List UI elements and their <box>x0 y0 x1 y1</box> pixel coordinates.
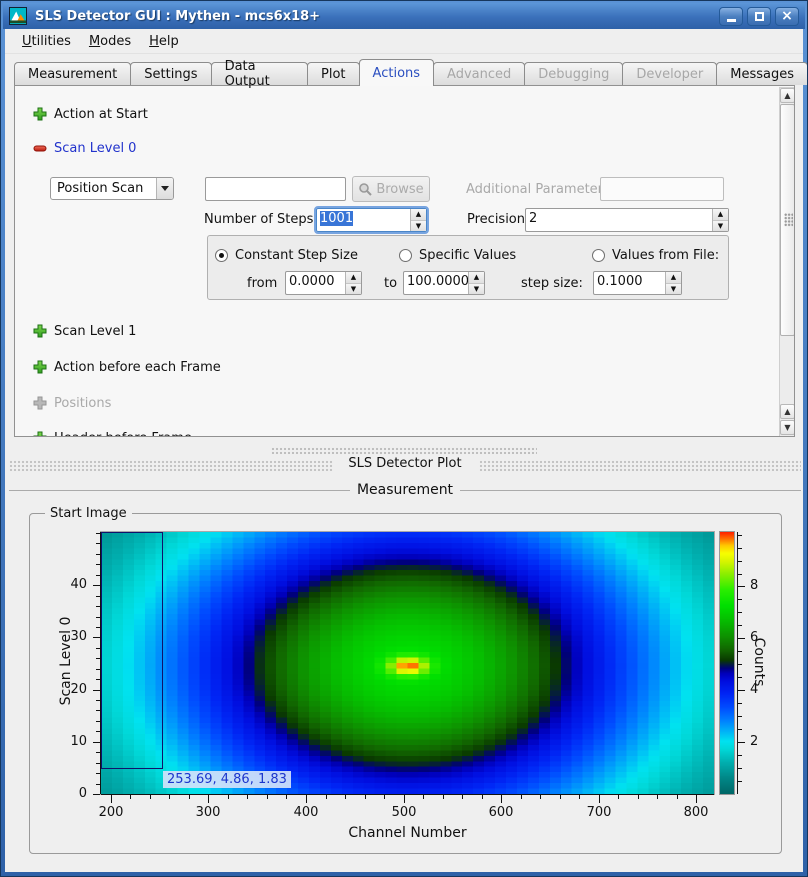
actions-pane: Action at Start Scan Level 0 Position Sc… <box>14 85 795 437</box>
from-value: 0.0000 <box>286 272 345 294</box>
tab-measurement[interactable]: Measurement <box>14 62 131 85</box>
colorbar-canvas <box>720 532 734 794</box>
tab-actions[interactable]: Actions <box>359 59 435 86</box>
tab-plot[interactable]: Plot <box>307 62 360 85</box>
values-from-file-label[interactable]: Values from File: <box>612 248 719 263</box>
to-spinbox[interactable]: 100.0000 ▲▼ <box>403 271 485 295</box>
app-icon <box>9 7 27 25</box>
steps-spin-arrows[interactable]: ▲▼ <box>410 209 426 231</box>
menu-bar: Utilities Modes Help <box>5 29 803 54</box>
specific-values-label[interactable]: Specific Values <box>419 248 516 263</box>
collapse-minus-icon[interactable] <box>32 140 48 156</box>
x-axis-title: Channel Number <box>101 825 714 841</box>
to-value: 100.0000 <box>404 272 468 294</box>
step-size-spinbox[interactable]: 0.1000 ▲▼ <box>593 271 682 295</box>
tab-developer: Developer <box>622 62 717 85</box>
expand-plus-icon[interactable] <box>32 359 48 375</box>
app-window: SLS Detector GUI : Mythen - mcs6x18+ × U… <box>0 0 808 877</box>
scan-mode-value: Position Scan <box>51 181 156 196</box>
tab-settings[interactable]: Settings <box>130 62 211 85</box>
scrollbar-thumb[interactable] <box>780 104 795 336</box>
y-axis-title: Scan Level 0 <box>58 606 74 716</box>
from-spinbox[interactable]: 0.0000 ▲▼ <box>285 271 362 295</box>
close-icon: × <box>781 9 793 23</box>
steps-value: 1001 <box>320 211 353 226</box>
expand-plus-icon[interactable] <box>32 106 48 122</box>
menu-modes[interactable]: Modes <box>80 31 140 52</box>
scan-level-1-label[interactable]: Scan Level 1 <box>54 324 136 339</box>
additional-parameter-input <box>600 177 724 201</box>
maximize-button[interactable] <box>747 7 771 26</box>
heatmap-canvas[interactable] <box>101 532 714 794</box>
close-button[interactable]: × <box>775 7 799 26</box>
header-before-frame-label[interactable]: Header before Frame <box>54 431 192 437</box>
expand-plus-icon[interactable] <box>32 323 48 339</box>
combo-dropdown-button[interactable] <box>156 178 173 199</box>
minimize-icon <box>727 19 736 22</box>
magnifier-icon <box>358 182 372 196</box>
tab-advanced: Advanced <box>433 62 525 85</box>
to-label: to <box>384 276 397 291</box>
menu-help[interactable]: Help <box>140 31 188 52</box>
steps-spinbox[interactable]: 1001 ▲▼ <box>316 208 427 232</box>
scroll-up-button[interactable]: ▲ <box>780 88 795 103</box>
positions-label: Positions <box>54 396 111 411</box>
disabled-plus-icon <box>32 395 48 411</box>
additional-parameter-label: Additional Parameter: <box>466 182 607 197</box>
scan-script-input[interactable] <box>205 177 346 201</box>
from-label: from <box>247 276 277 291</box>
step-size-label: step size: <box>521 276 583 291</box>
constant-step-radio[interactable] <box>215 249 228 262</box>
action-before-frame-label[interactable]: Action before each Frame <box>54 360 221 375</box>
scrollbar-grip <box>784 213 793 227</box>
cursor-position-readout: 253.69, 4.86, 1.83 <box>163 771 291 788</box>
browse-label: Browse <box>376 182 423 197</box>
vertical-scrollbar[interactable]: ▲ ▲ ▼ <box>779 87 795 437</box>
constant-step-label[interactable]: Constant Step Size <box>235 248 358 263</box>
maximize-icon <box>755 12 764 21</box>
step-size-value: 0.1000 <box>594 272 665 294</box>
steps-label: Number of Steps: <box>204 212 318 227</box>
scroll-up-button-bottom[interactable]: ▲ <box>780 404 795 419</box>
precision-value: 2 <box>526 209 712 231</box>
window-title: SLS Detector GUI : Mythen - mcs6x18+ <box>35 9 715 24</box>
precision-spin-arrows[interactable]: ▲▼ <box>712 209 728 231</box>
precision-label: Precision: <box>467 212 529 227</box>
tab-debugging: Debugging <box>524 62 623 85</box>
browse-button: Browse <box>352 176 430 202</box>
menu-utilities[interactable]: Utilities <box>13 31 80 52</box>
title-bar[interactable]: SLS Detector GUI : Mythen - mcs6x18+ × <box>3 3 805 29</box>
scroll-down-button[interactable]: ▼ <box>780 420 795 435</box>
dock-title: SLS Detector Plot <box>1 456 808 471</box>
minimize-button[interactable] <box>719 7 743 26</box>
start-image-plot: 253.69, 4.86, 1.83 010203040 20030040050… <box>29 513 782 854</box>
tab-bar: Measurement Settings Data Output Plot Ac… <box>14 59 807 85</box>
values-from-file-radio[interactable] <box>592 249 605 262</box>
specific-values-radio[interactable] <box>399 249 412 262</box>
splitter-handle[interactable] <box>271 447 537 454</box>
tab-data-output[interactable]: Data Output <box>211 62 308 85</box>
chevron-down-icon <box>161 186 169 191</box>
precision-spinbox[interactable]: 2 ▲▼ <box>525 208 729 232</box>
colorbar-title: Counts <box>751 632 767 692</box>
tab-messages[interactable]: Messages <box>716 62 808 85</box>
zoom-selection-rect <box>101 532 163 769</box>
action-at-start-label[interactable]: Action at Start <box>54 107 148 122</box>
expand-plus-icon[interactable] <box>32 430 48 437</box>
scan-mode-select[interactable]: Position Scan <box>50 177 174 200</box>
scan-level-0-label[interactable]: Scan Level 0 <box>54 141 136 156</box>
measurement-group-label: Measurement <box>1 482 808 498</box>
